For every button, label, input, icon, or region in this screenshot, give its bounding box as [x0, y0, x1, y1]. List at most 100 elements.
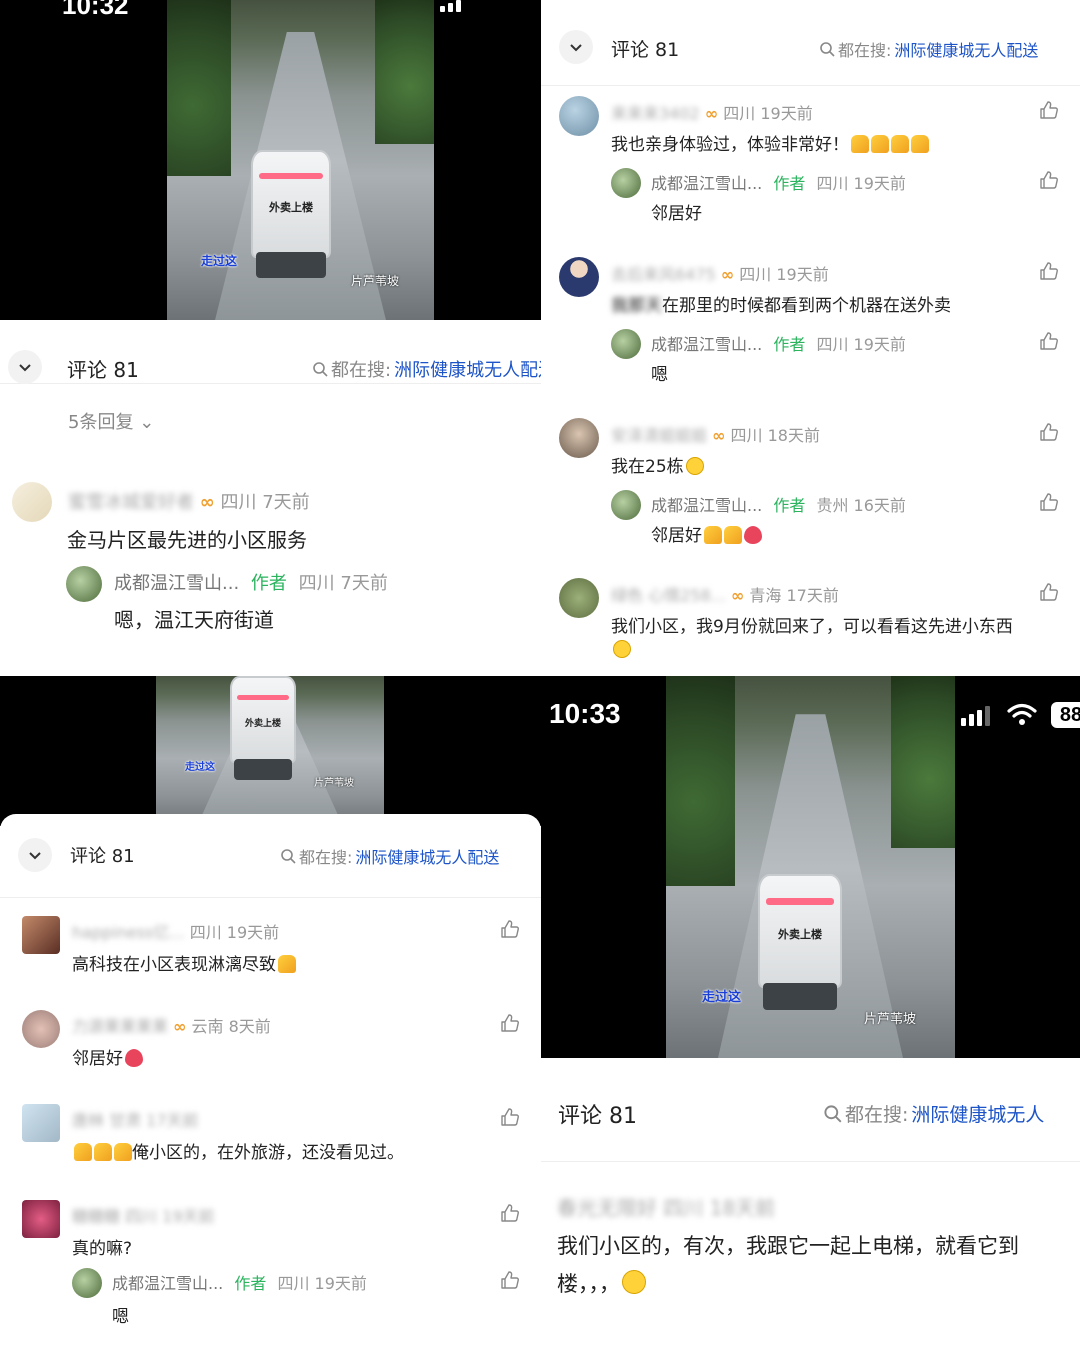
collapse-button[interactable]	[18, 838, 52, 872]
comment-meta: 春光无限好 四川 18天前	[557, 1192, 775, 1221]
video-player[interactable]: 外卖上楼 走过这 片芦苇坡	[0, 676, 541, 826]
like-button[interactable]	[1039, 492, 1059, 512]
avatar[interactable]	[559, 96, 599, 136]
comment-text: 高科技在小区表现淋漓尽致	[72, 950, 296, 975]
author-name[interactable]: 成都温江雪山...	[651, 335, 762, 354]
username[interactable]: 来来来3402	[611, 104, 700, 123]
comment-count: 评论 81	[558, 1104, 637, 1129]
avatar[interactable]	[559, 578, 599, 618]
collapse-button[interactable]	[8, 350, 42, 384]
avatar[interactable]	[559, 418, 599, 458]
avatar[interactable]	[22, 916, 60, 954]
location-time: 贵州 16天前	[816, 496, 906, 515]
search-prefix: 都在搜:	[838, 41, 892, 60]
search-prefix: 都在搜:	[845, 1104, 909, 1126]
location-time: 四川 19天前	[739, 265, 829, 284]
username[interactable]: 春光无限好 四川 18天前	[557, 1196, 775, 1220]
comment-text-line2: 楼，，，	[557, 1268, 646, 1298]
like-button[interactable]	[500, 1013, 520, 1033]
replies-toggle[interactable]: 5条回复 ⌄	[68, 408, 154, 434]
fan-badge: ∞	[730, 586, 745, 605]
comment-text-blurred: 我那天	[611, 296, 662, 316]
smile-emoji	[685, 457, 704, 475]
video-player[interactable]: 外卖上楼 走过这 片芦苇坡 10:32	[0, 0, 541, 320]
like-button[interactable]	[1039, 331, 1059, 351]
like-button[interactable]	[500, 1107, 520, 1127]
panel-top-right: 评论 81 都在搜: 洲际健康城无人配送 来来来3402 ∞ 四川 19天前 我…	[541, 0, 1080, 676]
like-button[interactable]	[1039, 422, 1059, 442]
author-tag: 作者	[234, 1274, 267, 1293]
search-keyword[interactable]: 洲际健康城无人配送	[394, 356, 541, 382]
username[interactable]: 蜜雪冰城爱好者	[68, 492, 194, 513]
avatar[interactable]	[22, 1104, 60, 1142]
like-button[interactable]	[500, 1270, 520, 1290]
location-time: 四川 19天前	[189, 923, 280, 942]
comment-meta: 去后来风6475 ∞ 四川 19天前	[611, 261, 829, 285]
author-avatar[interactable]	[66, 566, 102, 602]
author-tag: 作者	[250, 573, 287, 594]
search-keyword[interactable]: 洲际健康城无人配送	[894, 37, 1038, 61]
video-player[interactable]: 外卖上楼 走过这 片芦苇坡 10:33 88	[541, 676, 1080, 1058]
thumbs-up-icon	[501, 1014, 519, 1032]
search-suggestion[interactable]: 都在搜: 洲际健康城无人配送	[312, 356, 541, 382]
search-icon	[281, 849, 296, 864]
location-time: 四川 7天前	[298, 573, 388, 594]
like-button[interactable]	[1039, 100, 1059, 120]
like-button[interactable]	[500, 919, 520, 939]
username[interactable]: 安泽清姐姐姐	[611, 426, 707, 445]
username[interactable]: happiness亿...	[72, 923, 185, 942]
location-time: 云南 8天前	[191, 1017, 271, 1036]
comment-item: 安泽清姐姐姐 ∞ 四川 18天前 我在25栋 成都温江雪山... 作者 贵州 1…	[541, 418, 1080, 568]
thumbs-up-emoji	[704, 526, 722, 544]
author-avatar[interactable]	[611, 329, 641, 359]
search-prefix: 都在搜:	[331, 360, 392, 381]
author-avatar[interactable]	[611, 490, 641, 520]
collapse-button[interactable]	[559, 30, 593, 64]
comment-item: happiness亿... 四川 19天前 高科技在小区表现淋漓尽致	[0, 916, 541, 996]
search-suggestion[interactable]: 都在搜: 洲际健康城无人	[823, 1100, 1044, 1127]
username[interactable]: 唐林 甘肃 17天前	[72, 1111, 199, 1130]
username[interactable]: 力源果果果果	[72, 1017, 168, 1036]
comment-meta: 蜜雪冰城爱好者 ∞ 四川 7天前	[68, 488, 310, 514]
search-suggestion[interactable]: 都在搜: 洲际健康城无人配送	[280, 844, 499, 868]
comment-sheet: 评论 81 都在搜: 洲际健康城无人 春光无限好 四川 18天前 我们小区的，有…	[541, 1058, 1080, 1350]
avatar[interactable]	[22, 1010, 60, 1048]
avatar[interactable]	[559, 257, 599, 297]
reply-meta: 成都温江雪山... 作者 四川 7天前	[114, 569, 388, 595]
search-keyword[interactable]: 洲际健康城无人配送	[355, 844, 499, 868]
search-suggestion[interactable]: 都在搜: 洲际健康城无人配送	[819, 37, 1038, 61]
comment-text: 我在25栋	[611, 452, 704, 477]
chevron-down-icon	[29, 852, 41, 860]
username[interactable]: 绿色 心情258...	[611, 586, 726, 605]
username[interactable]: 去后来风6475	[611, 265, 716, 284]
author-name[interactable]: 成都温江雪山...	[651, 174, 762, 193]
author-avatar[interactable]	[611, 168, 641, 198]
comment-meta: 糖糖糖 四川 19天前	[72, 1203, 215, 1227]
location-time: 四川 19天前	[816, 174, 906, 193]
comment-text-emoji	[611, 640, 631, 659]
like-button[interactable]	[1039, 170, 1059, 190]
author-name[interactable]: 成都温江雪山...	[112, 1274, 223, 1293]
thumbs-up-emoji	[278, 955, 296, 973]
author-avatar[interactable]	[72, 1268, 102, 1298]
video-frame: 外卖上楼 走过这 片芦苇坡	[666, 676, 955, 1058]
like-button[interactable]	[500, 1203, 520, 1223]
battery-indicator: 88	[1051, 702, 1080, 728]
robot-label: 外卖上楼	[778, 927, 822, 941]
comment-meta: 力源果果果果 ∞ 云南 8天前	[72, 1013, 271, 1037]
avatar[interactable]	[12, 482, 52, 522]
author-name[interactable]: 成都温江雪山...	[114, 573, 239, 594]
location-time: 四川 19天前	[723, 104, 813, 123]
like-button[interactable]	[1039, 582, 1059, 602]
comment-text: 真的嘛?	[72, 1239, 133, 1259]
thumbs-up-emoji	[871, 135, 889, 153]
comment-meta: happiness亿... 四川 19天前	[72, 919, 279, 943]
comment-item: 春光无限好 四川 18天前 我们小区的，有次，我跟它一起上电梯，就看它到 楼，，…	[541, 1192, 1080, 1312]
like-button[interactable]	[1039, 261, 1059, 281]
thumbs-up-emoji	[891, 135, 909, 153]
username[interactable]: 糖糖糖 四川 19天前	[72, 1207, 215, 1226]
search-keyword[interactable]: 洲际健康城无人	[911, 1100, 1044, 1127]
author-name[interactable]: 成都温江雪山...	[651, 496, 762, 515]
avatar[interactable]	[22, 1200, 60, 1238]
comment-meta: 来来来3402 ∞ 四川 19天前	[611, 100, 813, 124]
